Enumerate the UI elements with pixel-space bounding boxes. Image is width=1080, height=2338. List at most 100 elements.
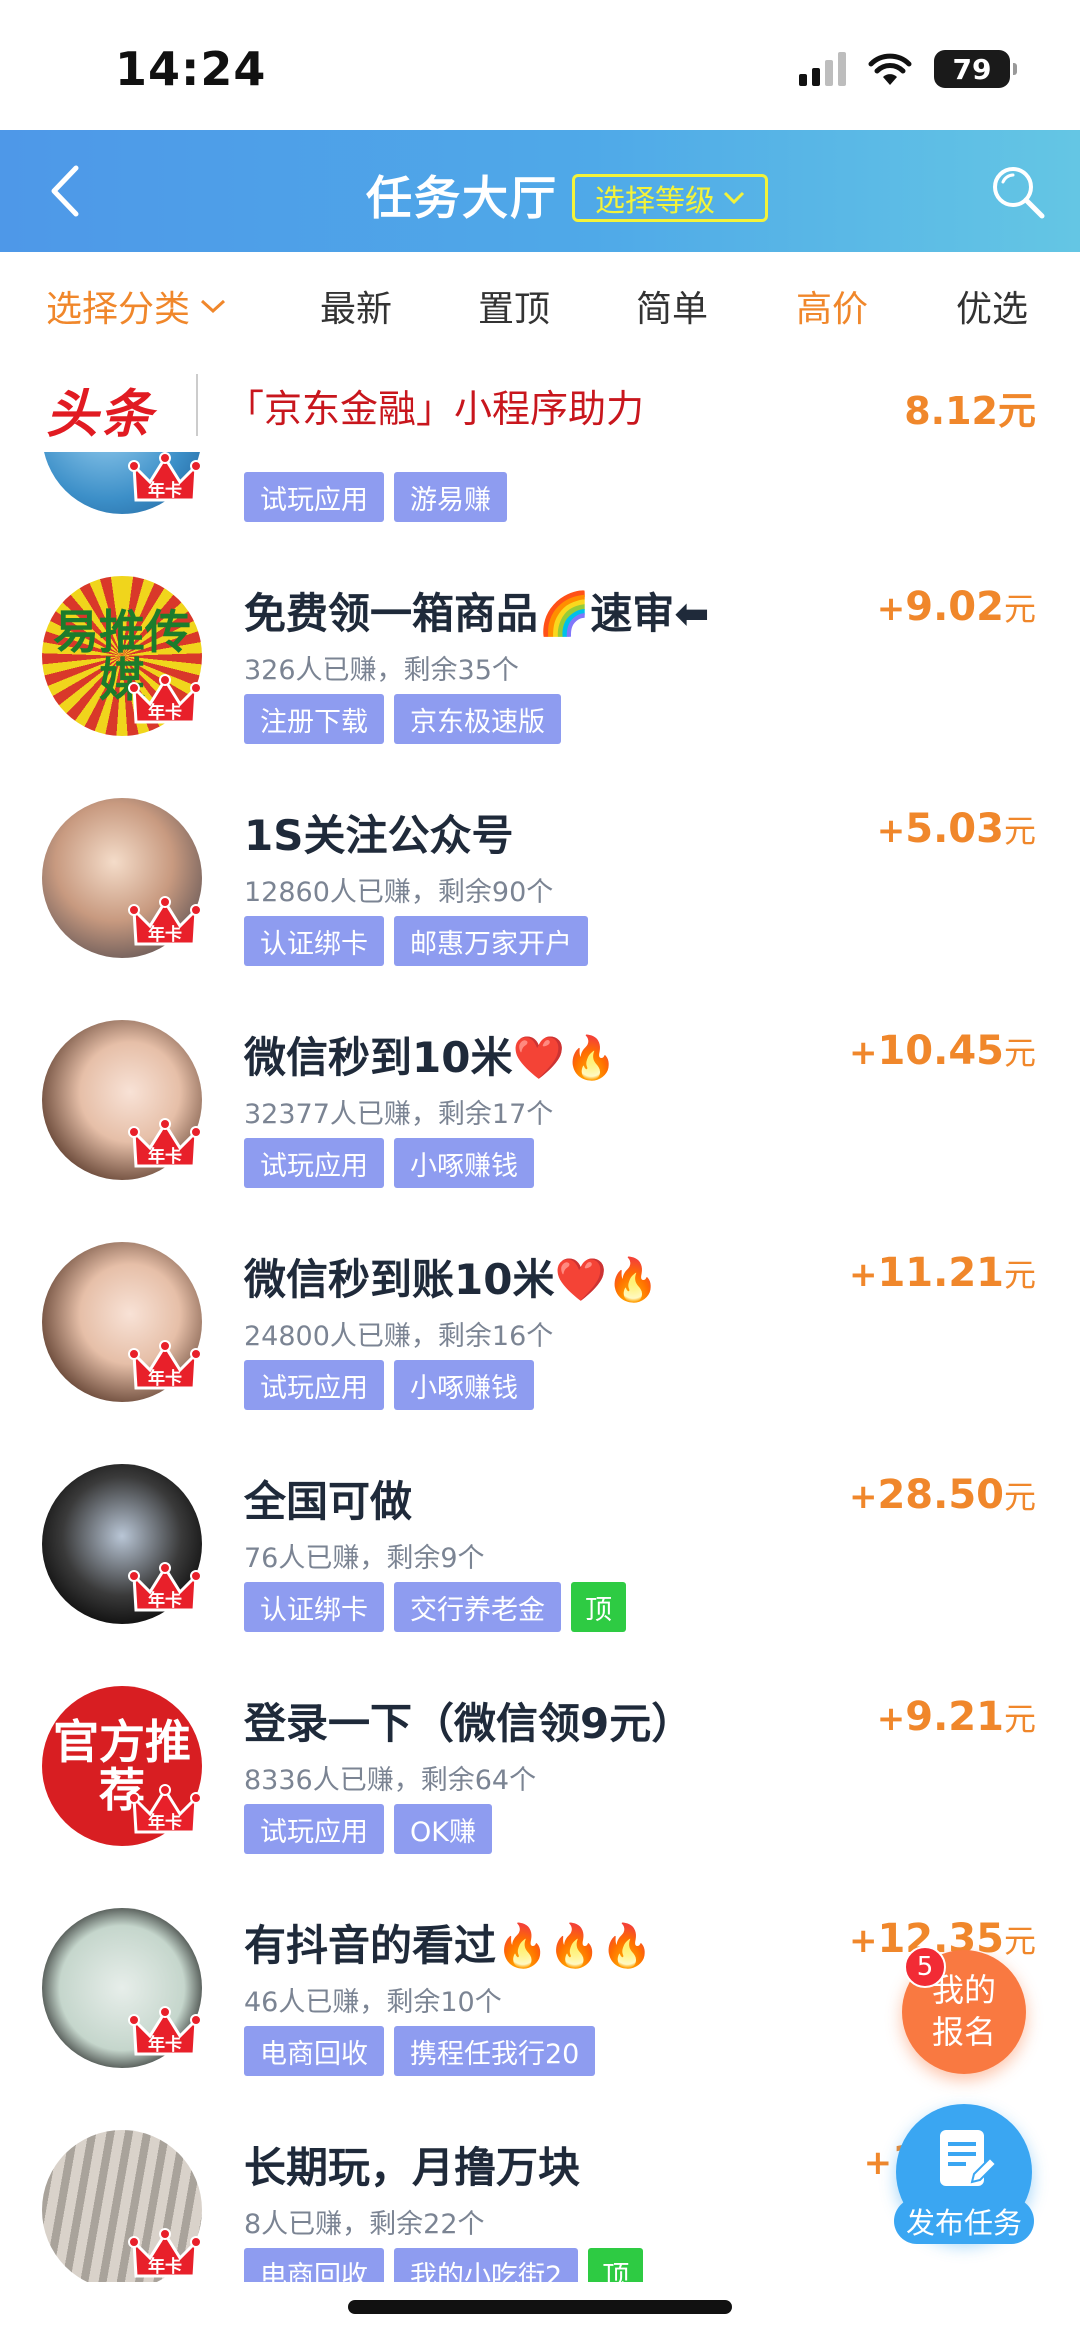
task-tag: 电商回收 <box>244 2026 384 2076</box>
status-bar: 14:24 79 <box>0 0 1080 130</box>
task-title: 1S关注公众号 <box>244 811 514 860</box>
headline-price: 8.12元 <box>904 389 1036 433</box>
price-value: 5.03 <box>905 806 1004 852</box>
price-value: 10.45 <box>877 1028 1004 1074</box>
crown-badge-icon: 年卡 <box>128 1784 202 1834</box>
year-card-label: 年卡 <box>148 1146 182 1167</box>
task-stats: 326人已赚，剩余35个 <box>244 655 519 686</box>
task-price: +5.03 元 <box>877 806 1036 852</box>
my-signup-label: 我的报名 <box>931 1971 996 2051</box>
task-tag: 小啄赚钱 <box>394 1138 534 1188</box>
price-plus: + <box>848 1255 878 1295</box>
year-card-label: 年卡 <box>148 702 182 723</box>
task-tags: 电商回收 我的小吃街2 顶 <box>244 2248 644 2282</box>
status-icons: 79 <box>799 50 1017 88</box>
task-tag: 试玩应用 <box>244 472 384 522</box>
wifi-icon <box>868 52 912 86</box>
task-stats: 46人已赚，剩余10个 <box>244 1987 502 2018</box>
task-title: 免费领一箱商品🌈速审⬅ <box>244 589 710 638</box>
crown-badge-icon: 年卡 <box>128 1340 202 1390</box>
task-tags: 注册下载 京东极速版 <box>244 694 561 744</box>
filter-tab-high-price[interactable]: 高价 <box>796 280 868 332</box>
crown-badge-icon: 年卡 <box>128 1562 202 1612</box>
task-item[interactable]: 年卡 微信秒到10米❤️🔥 32377人已赚，剩余17个 试玩应用 小啄赚钱 +… <box>0 998 1080 1220</box>
headline-text: 「京东金融」小程序助力 <box>226 387 645 431</box>
divider <box>196 374 198 436</box>
task-price: +11.21 元 <box>849 1250 1036 1296</box>
year-card-label: 年卡 <box>148 924 182 945</box>
task-title: 长期玩，月撸万块 <box>244 2143 581 2192</box>
crown-badge-icon: 年卡 <box>128 1118 202 1168</box>
chevron-down-icon <box>201 299 226 314</box>
filter-bar: 选择分类 最新 置顶 简单 高价 优选 <box>0 252 1080 362</box>
task-price: +10.45 元 <box>849 1028 1036 1074</box>
task-tags: 电商回收 携程任我行20 <box>244 2026 596 2076</box>
task-tag: 试玩应用 <box>244 1138 384 1188</box>
home-indicator <box>348 2300 732 2314</box>
task-tag: 携程任我行20 <box>394 2026 596 2076</box>
task-stats: 8人已赚，剩余22个 <box>244 2209 485 2240</box>
price-value: 28.50 <box>877 1472 1004 1518</box>
year-card-label: 年卡 <box>148 2034 182 2055</box>
headline-banner[interactable]: 头条 「京东金融」小程序助力 8.12元 <box>0 362 1080 452</box>
search-button[interactable] <box>986 160 1050 224</box>
task-tags: 试玩应用 小啄赚钱 <box>244 1138 534 1188</box>
price-value: 9.21 <box>905 1694 1004 1740</box>
task-tag: OK赚 <box>394 1804 492 1854</box>
price-unit: 元 <box>1003 1256 1036 1294</box>
price-plus: + <box>863 2143 893 2183</box>
headline-logo: 头条 <box>46 385 155 445</box>
task-item[interactable]: 年卡 微信秒到账10米❤️🔥 24800人已赚，剩余16个 试玩应用 小啄赚钱 … <box>0 1220 1080 1442</box>
chevron-down-icon <box>723 191 745 205</box>
price-plus: + <box>848 1921 878 1961</box>
task-tag: 注册下载 <box>244 694 384 744</box>
task-tag: 小啄赚钱 <box>394 1360 534 1410</box>
crown-badge-icon: 年卡 <box>128 674 202 724</box>
app-header: 任务大厅 选择等级 <box>0 130 1080 252</box>
task-tags: 认证绑卡 交行养老金 顶 <box>244 1582 626 1632</box>
category-filter[interactable]: 选择分类 <box>46 280 226 332</box>
task-title: 微信秒到10米❤️🔥 <box>244 1033 618 1082</box>
task-tag: 认证绑卡 <box>244 916 384 966</box>
task-item[interactable]: 年卡 全国可做 76人已赚，剩余9个 认证绑卡 交行养老金 顶 +28.50 元 <box>0 1442 1080 1664</box>
task-price: +9.21 元 <box>877 1694 1036 1740</box>
price-unit: 元 <box>1003 590 1036 628</box>
price-plus: + <box>876 811 906 851</box>
filter-tab-selected[interactable]: 优选 <box>956 280 1028 332</box>
status-time: 14:24 <box>115 42 267 96</box>
back-button[interactable] <box>40 158 100 224</box>
pinned-tag: 顶 <box>571 1582 626 1632</box>
task-stats: 8336人已赚，剩余64个 <box>244 1765 537 1796</box>
task-item[interactable]: 易推传媒 年卡 免费领一箱商品🌈速审⬅ 326人已赚，剩余35个 注册下载 京东… <box>0 554 1080 776</box>
level-select-dropdown[interactable]: 选择等级 <box>572 174 768 222</box>
filter-tab-simple[interactable]: 简单 <box>636 280 708 332</box>
task-tags: 试玩应用 游易赚 <box>244 472 507 522</box>
price-plus: + <box>848 1477 878 1517</box>
task-tag: 邮惠万家开户 <box>394 916 588 966</box>
task-title: 登录一下（微信领9元） <box>244 1699 694 1748</box>
back-arrow-icon <box>51 165 79 217</box>
task-price: +9.02 元 <box>877 584 1036 630</box>
year-card-label: 年卡 <box>148 2256 182 2277</box>
filter-tab-latest[interactable]: 最新 <box>320 280 392 332</box>
task-item[interactable]: 年卡 试玩应用 游易赚 <box>0 452 1080 554</box>
price-unit: 元 <box>1003 1478 1036 1516</box>
task-item[interactable]: 官方推荐 年卡 登录一下（微信领9元） 8336人已赚，剩余64个 试玩应用 O… <box>0 1664 1080 1886</box>
price-value: 9.02 <box>905 584 1004 630</box>
search-icon <box>993 167 1045 219</box>
task-tag: 电商回收 <box>244 2248 384 2282</box>
notification-badge: 5 <box>904 1946 946 1988</box>
price-unit: 元 <box>1003 1922 1036 1960</box>
price-unit: 元 <box>1003 812 1036 850</box>
task-stats: 24800人已赚，剩余16个 <box>244 1321 554 1352</box>
task-tag: 试玩应用 <box>244 1360 384 1410</box>
task-stats: 12860人已赚，剩余90个 <box>244 877 554 908</box>
task-title: 微信秒到账10米❤️🔥 <box>244 1255 660 1304</box>
task-item[interactable]: 年卡 1S关注公众号 12860人已赚，剩余90个 认证绑卡 邮惠万家开户 +5… <box>0 776 1080 998</box>
filter-tab-pinned[interactable]: 置顶 <box>478 280 550 332</box>
pinned-tag: 顶 <box>588 2248 644 2282</box>
year-card-label: 年卡 <box>148 480 182 501</box>
task-tags: 试玩应用 OK赚 <box>244 1804 492 1854</box>
task-title: 全国可做 <box>244 1477 413 1526</box>
publish-task-label[interactable]: 发布任务 <box>894 2198 1034 2244</box>
